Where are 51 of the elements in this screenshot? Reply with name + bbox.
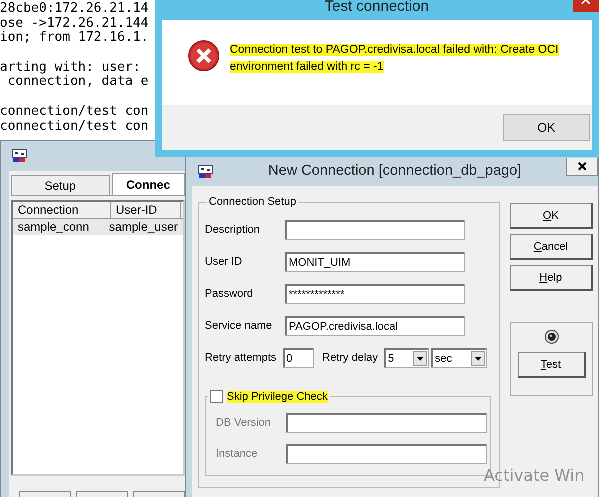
input-field[interactable] (286, 413, 487, 433)
checkbox[interactable] (210, 390, 223, 403)
console-line: 28cbe0:172.26.21.14 (0, 2, 150, 17)
dialog-title: Test connection (324, 0, 430, 15)
field-label: Instance (216, 448, 259, 460)
dropdown[interactable]: sec (431, 348, 488, 368)
test-button[interactable]: Test (518, 352, 586, 378)
app-icon (12, 148, 28, 164)
dropdown[interactable]: 5 (384, 348, 430, 368)
console-line: connection/test con (0, 104, 150, 120)
console-line: connection/test con (0, 120, 150, 134)
console-line: arting with: user: (0, 60, 142, 75)
list-cell-text: sample_conn (17, 219, 90, 235)
list-row[interactable]: sample_conn sample_user (13, 219, 183, 235)
error-icon (188, 40, 220, 72)
dropdown-arrow-icon (416, 356, 424, 360)
checkbox-label: Skip Privilege Check (227, 390, 328, 402)
console-line: ion; from 172.16.1. (0, 31, 150, 46)
input-field[interactable]: 0 (282, 348, 314, 368)
column-header[interactable]: Connection (13, 202, 111, 218)
group-title: Connection Setup (208, 196, 298, 208)
dialog-button[interactable]: Help (510, 265, 593, 291)
field-label: User ID (205, 256, 244, 268)
error-message: Connection test to PAGOP.credivisa.local failed with: Create OCI environment failed with rc = -1 (230, 43, 560, 75)
input-field[interactable]: PAGOP.credivisa.local (285, 316, 465, 336)
input-field[interactable] (285, 220, 465, 240)
list-cell-text: sample_user (108, 219, 179, 235)
input-field[interactable]: MONIT_UIM (285, 252, 465, 272)
indicator-icon (544, 330, 558, 344)
column-header[interactable]: User-ID (111, 202, 181, 218)
field-label: Service name (205, 320, 274, 332)
dialog-button[interactable]: OK (510, 203, 593, 229)
window-title: New Connection [connection_db_pago] (268, 163, 522, 179)
dropdown-arrow-icon (474, 356, 482, 360)
console-line: connection, data e (6, 75, 150, 90)
tab[interactable]: Connec (112, 173, 185, 195)
activation-notice: Activate Win (484, 466, 585, 485)
close-button[interactable] (566, 158, 598, 176)
tab[interactable]: Setup (11, 175, 110, 195)
field-label: Retry attempts (205, 352, 277, 364)
input-field[interactable]: ************* (285, 284, 465, 304)
app-icon (198, 164, 214, 180)
field-label: Retry delay (322, 352, 378, 364)
input-field[interactable] (286, 444, 487, 464)
close-icon (578, 162, 586, 171)
ok-button[interactable]: OK (503, 114, 590, 141)
console-line: ose ->172.26.21.144 (0, 16, 150, 31)
field-label: Password (205, 288, 254, 300)
field-label: DB Version (216, 417, 272, 429)
field-label: Description (205, 224, 262, 236)
dialog-button[interactable]: Cancel (510, 234, 593, 260)
